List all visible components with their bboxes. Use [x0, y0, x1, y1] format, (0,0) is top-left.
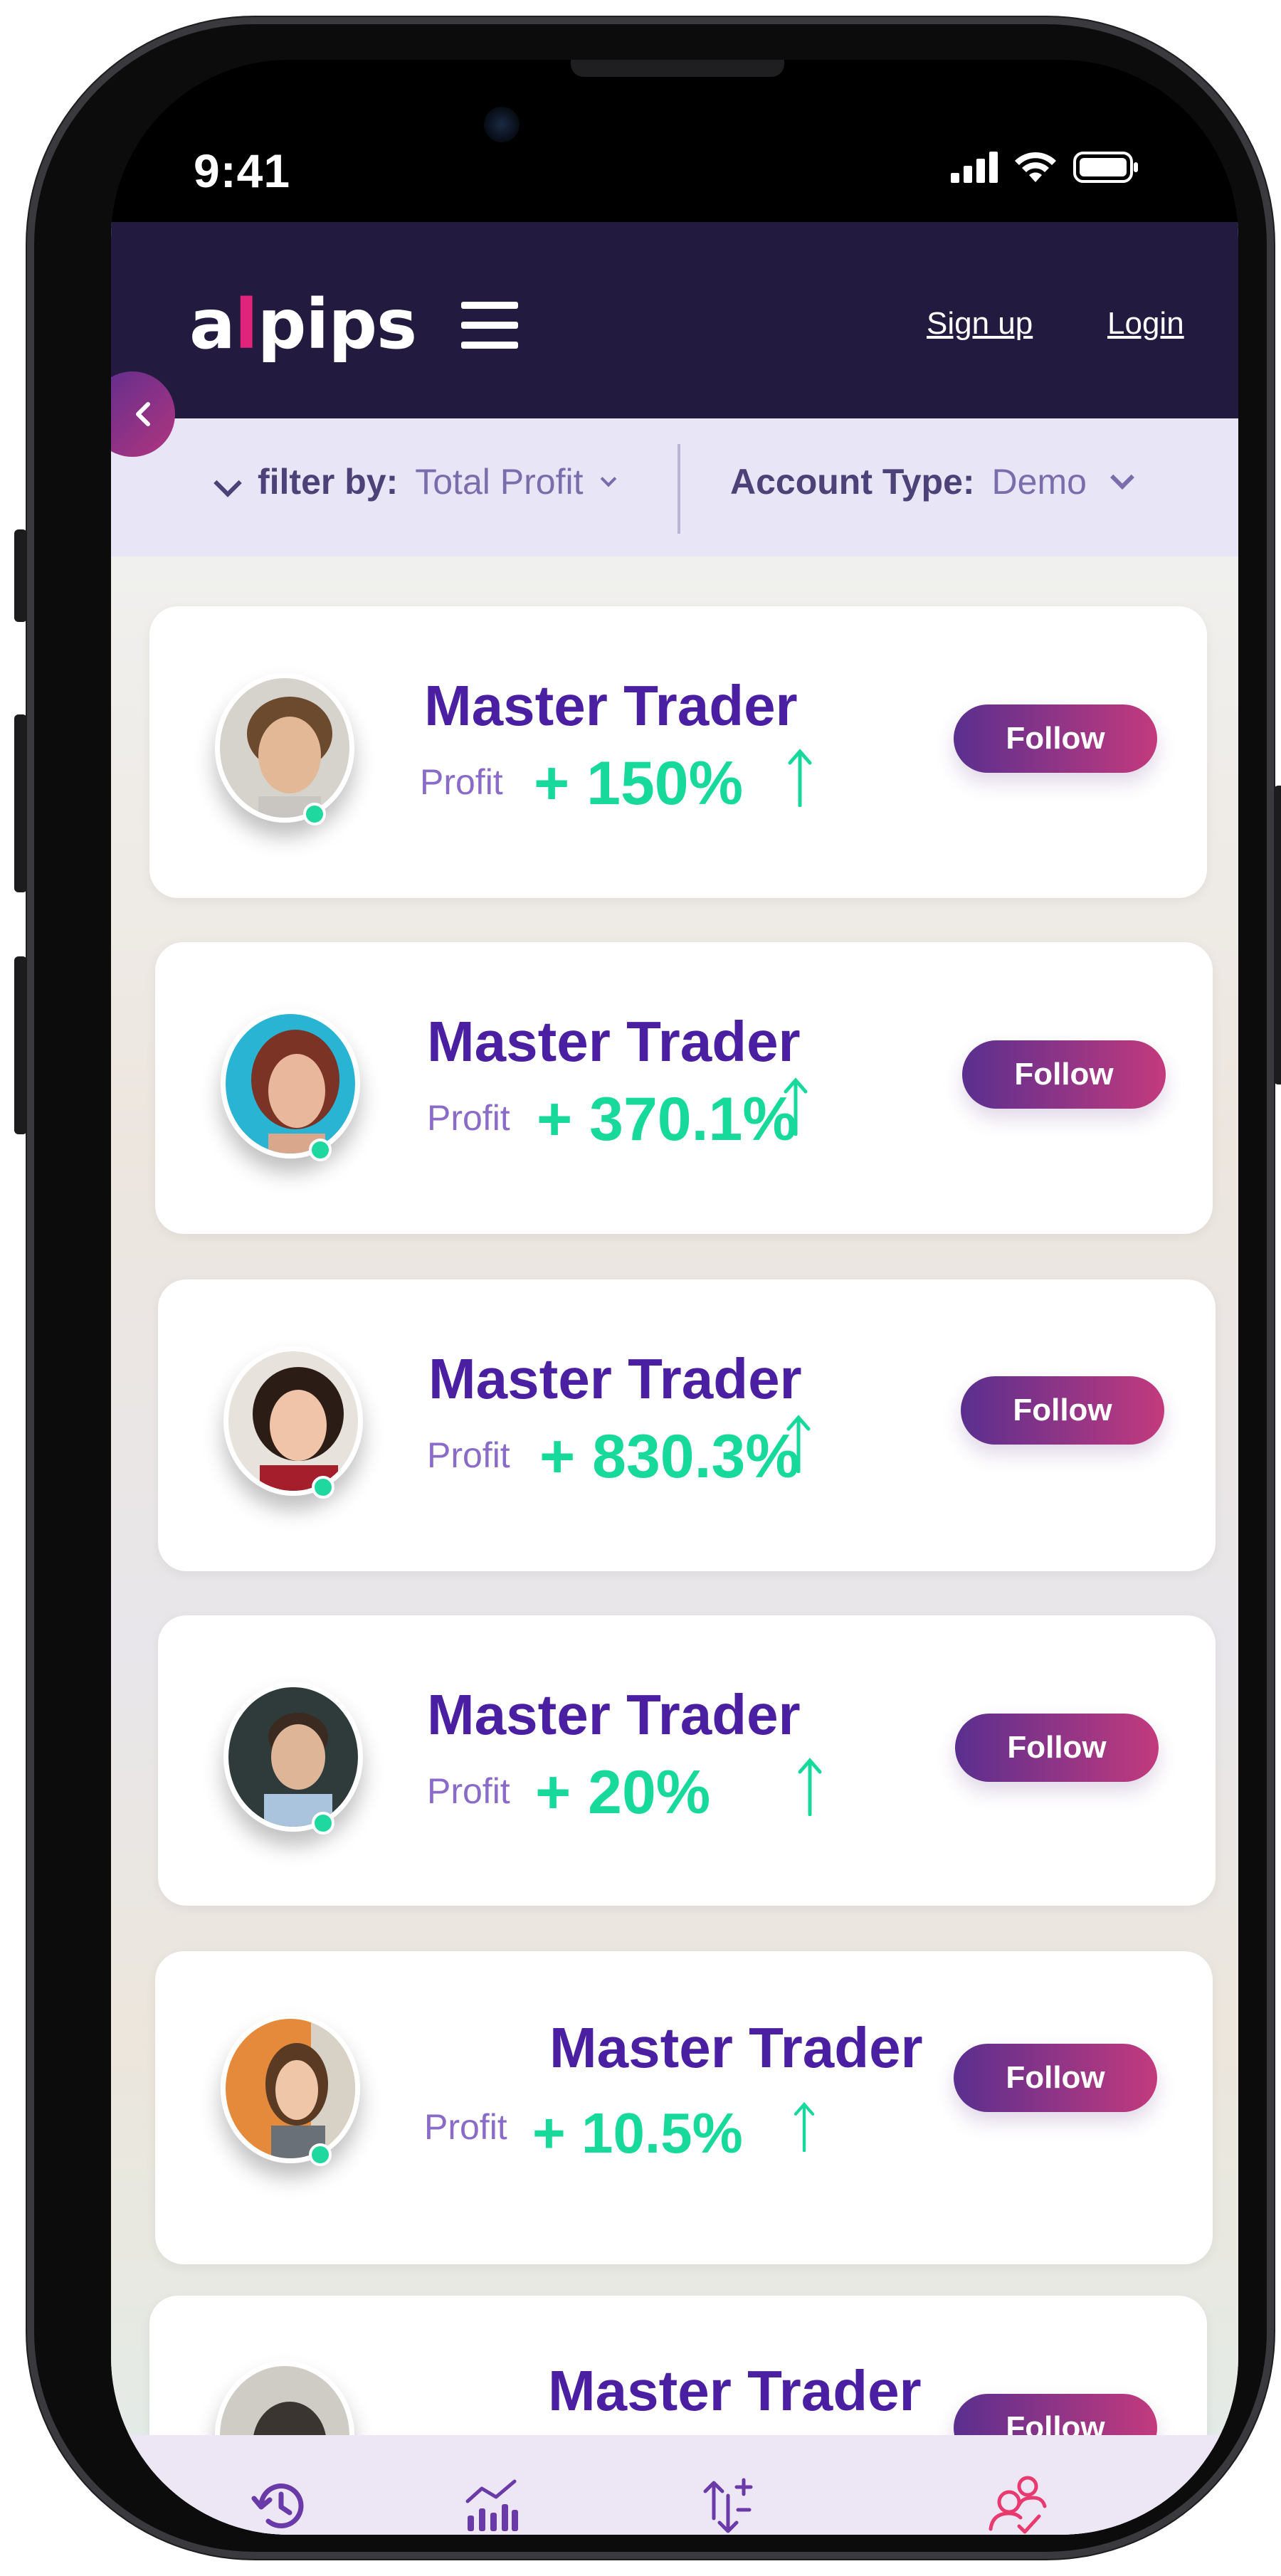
arrow-up-icon: [784, 1077, 808, 1136]
filter-bar: filter by: Total Profit Account Type: De…: [111, 418, 1238, 556]
volume-up-button: [14, 714, 27, 892]
trader-card[interactable]: Master Trader Profit + 20% Follow: [158, 1615, 1216, 1906]
online-status-dot: [309, 1139, 332, 1161]
login-link[interactable]: Login: [1107, 306, 1184, 342]
allpips-logo[interactable]: alpips: [189, 285, 417, 364]
filter-by-label: filter by:: [258, 462, 399, 502]
tab-analytics[interactable]: [453, 2466, 531, 2535]
trade-arrows-icon: [703, 2478, 753, 2533]
signal-icon: [951, 152, 998, 183]
online-status-dot: [312, 1476, 334, 1499]
follow-button[interactable]: Follow: [954, 704, 1157, 773]
trader-name: Master Trader: [427, 1010, 801, 1073]
chevron-down-icon: [214, 469, 242, 497]
arrow-up-icon: [798, 1758, 822, 1816]
avatar: [223, 1346, 363, 1499]
volume-down-button: [14, 956, 27, 1134]
chevron-down-small-icon: [601, 470, 617, 487]
phone-screen: 9:41 alpips Sign up Login filter by: Tot…: [111, 60, 1238, 2535]
online-status-dot: [303, 803, 326, 825]
online-status-dot: [309, 2143, 332, 2166]
arrow-up-icon: [786, 1415, 811, 1473]
avatar: [215, 673, 354, 825]
account-type-dropdown[interactable]: Account Type: Demo: [730, 461, 1134, 502]
analytics-chart-icon: [465, 2479, 518, 2531]
arrow-up-icon: [794, 2101, 815, 2152]
profit-label: Profit: [424, 2107, 507, 2147]
trader-name: Master Trader: [549, 2016, 923, 2079]
front-camera: [484, 107, 520, 142]
followers-icon: [989, 2476, 1047, 2534]
chevron-left-icon: [136, 402, 150, 426]
arrow-up-icon: [788, 749, 812, 807]
power-button: [1274, 786, 1281, 1084]
trader-card[interactable]: Master Trader Profit + 370.1% Follow: [155, 942, 1213, 1234]
trader-card[interactable]: Master Trader Profit + 830.3% Follow: [158, 1279, 1216, 1571]
account-type-value: Demo: [991, 462, 1087, 502]
avatar: [223, 1682, 363, 1835]
avatar: [221, 1009, 360, 1161]
profit-label: Profit: [427, 1771, 510, 1811]
bottom-tab-bar: [111, 2435, 1238, 2535]
app-content: alpips Sign up Login filter by: Total Pr…: [111, 222, 1238, 2535]
avatar: [221, 2014, 360, 2166]
trader-name: Master Trader: [424, 674, 798, 737]
trader-name: Master Trader: [428, 1347, 802, 1410]
filter-by-value: Total Profit: [415, 462, 584, 502]
filter-divider: [678, 444, 680, 534]
follow-button[interactable]: Follow: [962, 1040, 1166, 1109]
mute-switch: [14, 529, 27, 622]
online-status-dot: [312, 1812, 334, 1835]
trader-name: Master Trader: [548, 2359, 922, 2422]
account-type-label: Account Type:: [730, 462, 975, 502]
follow-button[interactable]: Follow: [954, 2044, 1157, 2112]
profit-value: + 150%: [534, 749, 744, 818]
profit-value: + 830.3%: [539, 1422, 800, 1491]
battery-icon: [1073, 152, 1138, 183]
follow-button[interactable]: Follow: [955, 1714, 1159, 1782]
app-header: alpips Sign up Login: [111, 222, 1238, 418]
status-icons: [951, 151, 1139, 184]
profit-label: Profit: [427, 1435, 510, 1475]
wifi-icon: [1015, 152, 1056, 182]
history-icon: [251, 2483, 304, 2528]
trader-card[interactable]: Master Trader Profit + 10.5% Follow: [155, 1951, 1213, 2264]
trader-name: Master Trader: [427, 1683, 801, 1746]
profit-label: Profit: [420, 762, 503, 802]
chevron-down-icon: [1109, 465, 1134, 490]
tab-history[interactable]: [241, 2466, 319, 2535]
profit-label: Profit: [427, 1098, 510, 1138]
phone-frame: 9:41 alpips Sign up Login filter by: Tot…: [14, 17, 1281, 2559]
signup-link[interactable]: Sign up: [927, 306, 1033, 342]
tab-trade[interactable]: [687, 2466, 766, 2535]
status-time: 9:41: [194, 144, 291, 197]
filter-by-dropdown[interactable]: filter by: Total Profit: [214, 461, 617, 502]
hamburger-menu-icon[interactable]: [461, 302, 518, 349]
speaker-grill: [571, 60, 784, 77]
follow-button[interactable]: Follow: [961, 1376, 1164, 1445]
profit-value: + 10.5%: [532, 2101, 743, 2165]
tab-followers[interactable]: [976, 2466, 1055, 2535]
trader-card[interactable]: Master Trader Profit + 150% Follow: [149, 606, 1207, 898]
profit-value: + 20%: [535, 1758, 711, 1827]
trader-list: Master Trader Profit + 150% Follow Maste…: [111, 556, 1238, 2535]
profit-value: + 370.1%: [537, 1085, 797, 1154]
